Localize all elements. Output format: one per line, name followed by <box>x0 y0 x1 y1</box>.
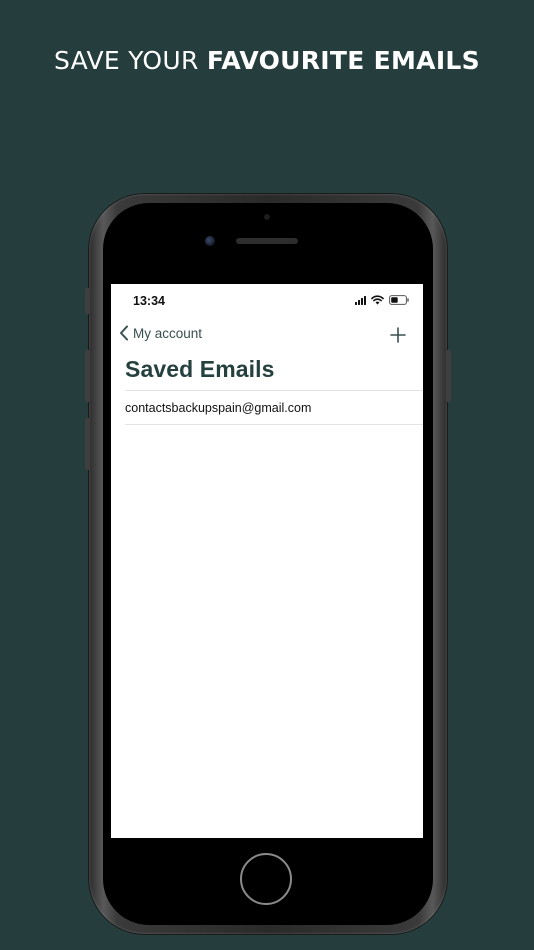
headline-bold-text: FAVOURITE EMAILS <box>206 46 480 75</box>
page-title: Saved Emails <box>125 356 275 382</box>
signal-icon <box>355 295 366 305</box>
volume-down-button <box>85 418 90 470</box>
front-camera-icon <box>205 236 215 246</box>
status-bar: 13:34 <box>111 284 423 318</box>
home-button <box>240 853 292 905</box>
plus-icon <box>390 327 406 343</box>
status-icons <box>355 295 409 305</box>
app-screen: 13:34 My account Saved Emails contactsba… <box>111 284 423 838</box>
earpiece-speaker <box>236 238 298 244</box>
power-button <box>446 350 451 402</box>
email-address: contactsbackupspain@gmail.com <box>125 400 312 415</box>
back-button-label: My account <box>133 325 203 341</box>
headline-light-text: SAVE YOUR <box>54 46 207 75</box>
marketing-headline: SAVE YOUR FAVOURITE EMAILS <box>0 46 534 75</box>
mute-switch <box>85 288 90 314</box>
status-time: 13:34 <box>133 294 165 308</box>
list-item[interactable]: contactsbackupspain@gmail.com <box>125 391 423 425</box>
chevron-left-icon <box>119 325 129 341</box>
wifi-icon <box>371 295 384 305</box>
proximity-sensor <box>264 214 270 220</box>
back-button[interactable]: My account <box>119 325 202 341</box>
volume-up-button <box>85 350 90 402</box>
add-email-button[interactable] <box>387 324 409 346</box>
navigation-bar: My account <box>111 324 423 348</box>
saved-emails-list: contactsbackupspain@gmail.com <box>125 391 423 425</box>
battery-icon <box>389 295 409 305</box>
